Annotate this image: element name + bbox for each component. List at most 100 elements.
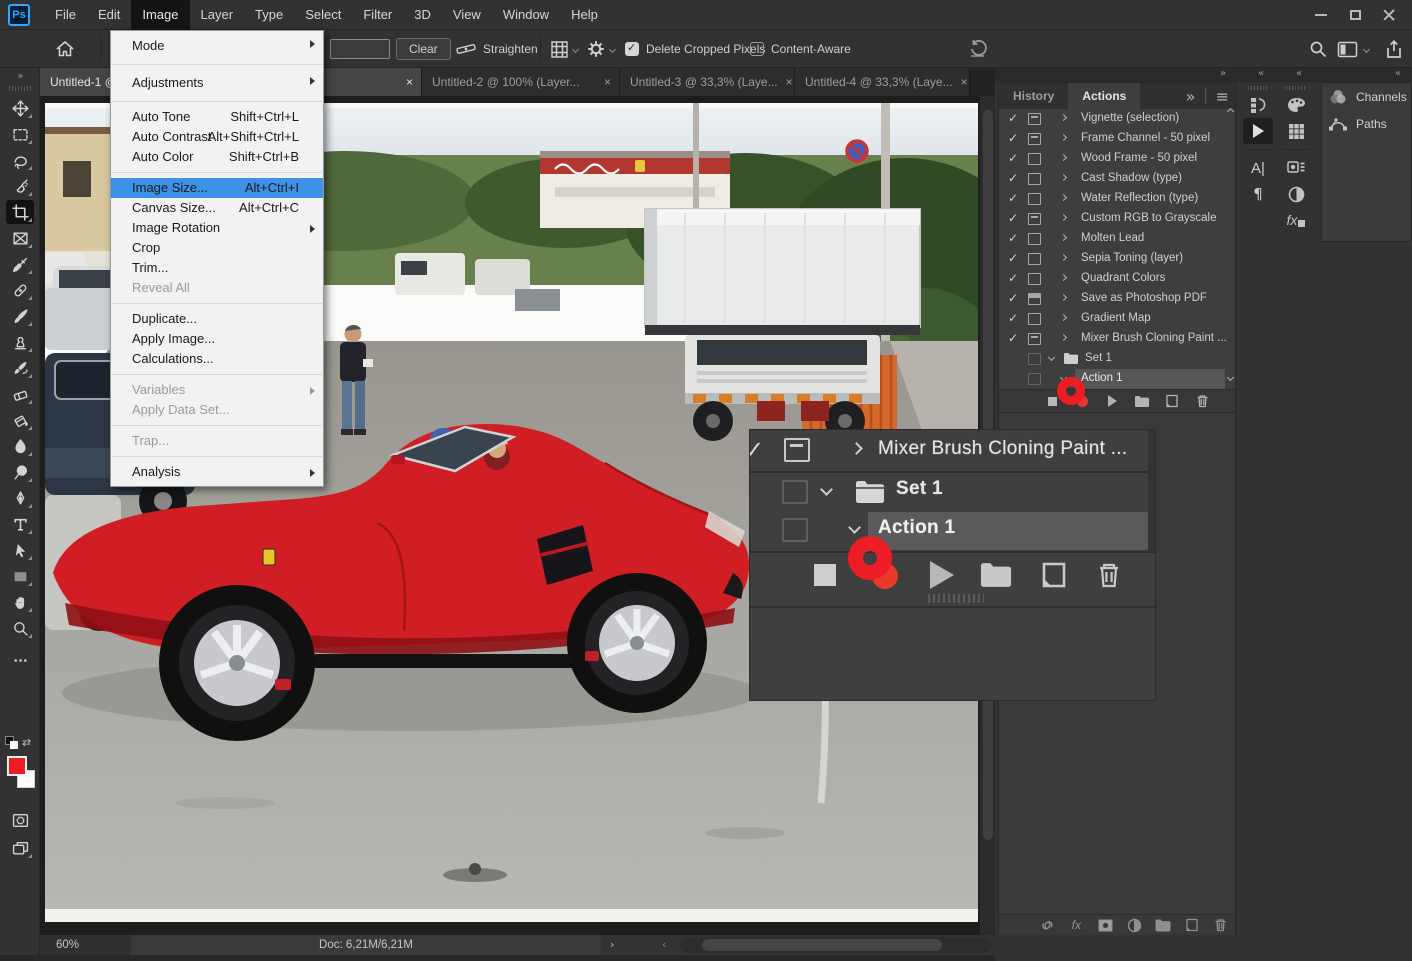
character-panel-button[interactable]: A|: [1241, 155, 1275, 181]
action-item[interactable]: ✓ Sepia Toning (layer): [999, 249, 1235, 269]
rail-grip[interactable]: [1286, 86, 1306, 90]
menu-item-image-rotation[interactable]: Image Rotation: [111, 218, 323, 238]
play-button[interactable]: [1097, 395, 1127, 407]
menu-item-mode[interactable]: Mode: [111, 33, 323, 59]
zoom-level-field[interactable]: 60%: [40, 935, 130, 955]
properties-panel-button[interactable]: [1279, 155, 1313, 181]
expand-chevron-icon[interactable]: [1060, 134, 1067, 141]
crop-tool[interactable]: [6, 200, 34, 224]
menu-item-trim[interactable]: Trim...: [111, 258, 323, 278]
action-item[interactable]: ✓ Save as Photoshop PDF: [999, 289, 1235, 309]
close-button[interactable]: [1372, 3, 1406, 27]
delete-cropped-pixels-checkbox[interactable]: Delete Cropped Pixels: [625, 31, 765, 67]
expand-chevron-icon[interactable]: [1060, 234, 1067, 241]
path-select-tool[interactable]: [6, 538, 34, 562]
include-check-icon[interactable]: ✓: [1008, 131, 1018, 145]
move-tool[interactable]: [6, 96, 34, 120]
new-group-button[interactable]: [1148, 919, 1177, 932]
blur-tool[interactable]: [6, 434, 34, 458]
menu-item-duplicate[interactable]: Duplicate...: [111, 309, 323, 329]
search-button[interactable]: [1308, 31, 1328, 67]
scroll-down-icon[interactable]: [1227, 374, 1234, 381]
rectangle-tool[interactable]: [6, 564, 34, 588]
tab-untitled-4[interactable]: Untitled-4 @ 33,3% (Laye... ×: [795, 68, 970, 96]
tab-untitled-2[interactable]: Untitled-2 @ 100% (Layer... ×: [422, 68, 620, 96]
menu-file[interactable]: File: [44, 0, 87, 30]
type-tool[interactable]: [6, 512, 34, 536]
expand-chevron-icon[interactable]: [1060, 174, 1067, 181]
dialog-toggle-icon[interactable]: [1028, 313, 1041, 325]
gradient-tool[interactable]: [6, 408, 34, 432]
marquee-tool[interactable]: [6, 122, 34, 146]
action-set-row[interactable]: Set 1: [999, 349, 1235, 369]
zoom-tool[interactable]: [6, 616, 34, 640]
menu-item-auto-contrast[interactable]: Auto ContrastAlt+Shift+Ctrl+L: [111, 127, 323, 147]
menu-edit[interactable]: Edit: [87, 0, 131, 30]
expand-chevron-icon[interactable]: [1060, 254, 1067, 261]
content-aware-checkbox[interactable]: Content-Aware: [750, 31, 851, 67]
color-panel-button[interactable]: [1279, 92, 1313, 118]
dialog-toggle-icon[interactable]: [1028, 253, 1041, 265]
rail-grip[interactable]: [1248, 86, 1268, 90]
include-check-icon[interactable]: ✓: [1008, 111, 1018, 125]
close-tab-icon[interactable]: ×: [604, 75, 611, 89]
history-brush-tool[interactable]: [6, 356, 34, 380]
status-expand-icon[interactable]: ›: [610, 935, 614, 955]
dialog-toggle-icon[interactable]: [1028, 173, 1041, 185]
dialog-toggle-icon[interactable]: [1028, 273, 1041, 285]
brush-tool[interactable]: [6, 304, 34, 328]
menu-item-analysis[interactable]: Analysis: [111, 462, 323, 482]
menu-3d[interactable]: 3D: [403, 0, 442, 30]
toolbar-grip[interactable]: [9, 86, 31, 91]
add-mask-button[interactable]: [1091, 919, 1120, 932]
channels-panel-button[interactable]: Channels: [1322, 83, 1411, 110]
maximize-button[interactable]: [1338, 3, 1372, 27]
expand-chevron-icon[interactable]: [1060, 274, 1067, 281]
straighten-control[interactable]: Straighten: [455, 31, 538, 67]
action-item[interactable]: ✓ Custom RGB to Grayscale: [999, 209, 1235, 229]
action-selected-row[interactable]: Action 1: [999, 369, 1235, 389]
menu-item-auto-tone[interactable]: Auto ToneShift+Ctrl+L: [111, 107, 323, 127]
expand-chevron-icon[interactable]: [1060, 294, 1067, 301]
menu-item-auto-color[interactable]: Auto ColorShift+Ctrl+B: [111, 147, 323, 167]
paragraph-panel-button[interactable]: ¶: [1241, 181, 1275, 207]
expand-chevron-icon[interactable]: [1060, 334, 1067, 341]
dialog-toggle-icon[interactable]: [1028, 133, 1041, 145]
dialog-toggle-icon[interactable]: [1028, 193, 1041, 205]
action-item[interactable]: ✓ Mixer Brush Cloning Paint ...: [999, 329, 1235, 349]
eraser-tool[interactable]: [6, 382, 34, 406]
swap-colors-icon[interactable]: ⇄: [22, 736, 31, 749]
lasso-tool[interactable]: [6, 148, 34, 172]
crop-ratio-field[interactable]: [330, 31, 390, 67]
layer-style-button[interactable]: fx: [1062, 918, 1091, 932]
clear-button[interactable]: Clear: [396, 31, 451, 67]
menu-select[interactable]: Select: [294, 0, 352, 30]
expand-chevron-icon[interactable]: [1060, 154, 1067, 161]
default-colors-icon[interactable]: [5, 736, 14, 753]
menu-item-image-size[interactable]: Image Size...Alt+Ctrl+I: [111, 178, 323, 198]
tab-untitled-3[interactable]: Untitled-3 @ 33,3% (Laye... ×: [620, 68, 795, 96]
menu-layer[interactable]: Layer: [190, 0, 245, 30]
include-check-icon[interactable]: ✓: [1008, 191, 1018, 205]
collapse-rail-icon[interactable]: «: [1258, 68, 1263, 79]
collapse-panel-icon[interactable]: »: [1220, 68, 1225, 79]
edit-toolbar-button[interactable]: [6, 648, 34, 672]
collapse-rail-icon[interactable]: «: [1296, 68, 1301, 79]
dialog-toggle-icon[interactable]: [1028, 113, 1041, 125]
tab-actions[interactable]: Actions: [1068, 83, 1140, 109]
menu-item-apply-image[interactable]: Apply Image...: [111, 329, 323, 349]
action-item[interactable]: ✓ Quadrant Colors: [999, 269, 1235, 289]
menu-image[interactable]: Image: [131, 0, 189, 30]
menu-item-adjustments[interactable]: Adjustments: [111, 70, 323, 96]
clone-stamp-tool[interactable]: [6, 330, 34, 354]
dialog-toggle-icon[interactable]: [1028, 293, 1041, 305]
action-item[interactable]: ✓ Wood Frame - 50 pixel: [999, 149, 1235, 169]
include-check-icon[interactable]: ✓: [1008, 311, 1018, 325]
workspace-switcher[interactable]: [1337, 31, 1369, 67]
panel-menu-icon[interactable]: ≡: [1216, 87, 1229, 106]
dialog-toggle-icon[interactable]: [1028, 353, 1041, 365]
healing-brush-tool[interactable]: [6, 278, 34, 302]
menu-item-crop[interactable]: Crop: [111, 238, 323, 258]
include-check-icon[interactable]: ✓: [1008, 331, 1018, 345]
menu-filter[interactable]: Filter: [352, 0, 403, 30]
